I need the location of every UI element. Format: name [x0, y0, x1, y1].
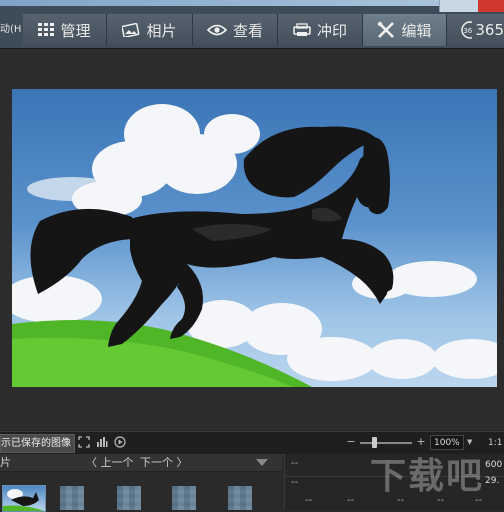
next-label: 下一个 [140, 456, 173, 469]
photo-icon [122, 23, 140, 37]
horse-photo [12, 104, 497, 387]
zoom-in-button[interactable]: + [416, 436, 426, 447]
svg-text:365: 365 [463, 27, 472, 35]
zoom-slider[interactable] [360, 442, 412, 444]
filmstrip-label: 片 [0, 456, 11, 469]
top-toolbar: 动(H) 管理 相片 查看 冲印 [0, 0, 504, 49]
thumbnail-selected[interactable] [2, 485, 46, 512]
badge-365-icon: 365 [461, 21, 473, 39]
photo-image [12, 89, 497, 387]
window-controls [439, 0, 504, 12]
menu-item-partial[interactable]: 动(H) [0, 14, 22, 46]
filmstrip [0, 472, 282, 512]
chevron-left-icon: 〈 [86, 456, 101, 469]
previous-button[interactable]: 〈 上一个 [86, 454, 134, 471]
edit-tools-icon [378, 21, 395, 38]
thumbnail-image [3, 489, 45, 511]
tab-label: 查看 [232, 21, 263, 40]
info-value: -- [291, 458, 299, 469]
zoom-level-field[interactable]: 100% [430, 435, 464, 450]
tab-label: 相片 [146, 21, 177, 40]
previous-label: 上一个 [100, 456, 134, 469]
show-saved-image-button[interactable]: 示已保存的图像 [0, 434, 75, 453]
play-slideshow-icon[interactable] [114, 436, 126, 448]
filmstrip-collapse-icon[interactable] [256, 459, 268, 466]
window-close-button[interactable] [478, 0, 504, 12]
fullscreen-icon[interactable] [78, 436, 90, 448]
info-value: -- [347, 495, 355, 506]
histogram-icon[interactable] [96, 436, 108, 448]
chevron-down-icon[interactable]: ▼ [467, 435, 477, 450]
tab-view[interactable]: 查看 [193, 14, 278, 46]
eye-icon [206, 24, 227, 36]
tab-print[interactable]: 冲印 [278, 14, 363, 46]
tab-label: 管理 [60, 21, 91, 40]
thumbnail[interactable] [117, 486, 141, 510]
grid-icon [38, 23, 55, 36]
thumbnail[interactable] [228, 486, 252, 510]
info-value: -- [291, 477, 299, 488]
tab-manage[interactable]: 管理 [23, 14, 107, 46]
chevron-right-icon: 〉 [173, 456, 188, 469]
print-icon [293, 23, 311, 36]
tab-label: 365 [475, 21, 504, 39]
next-button[interactable]: 下一个 〉 [140, 454, 188, 471]
tab-photos[interactable]: 相片 [107, 14, 193, 46]
zoom-slider-thumb[interactable] [372, 437, 377, 448]
tab-label: 冲印 [316, 21, 347, 40]
zoom-out-button[interactable]: − [346, 436, 356, 447]
thumbnail[interactable] [172, 486, 196, 510]
tab-365[interactable]: 365 365 [447, 14, 504, 46]
tab-label: 编辑 [401, 21, 432, 40]
tab-edit[interactable]: 编辑 [363, 14, 447, 46]
desktop-background [0, 0, 440, 6]
watermark-logo: 下载吧 [370, 456, 485, 497]
photo-canvas[interactable] [0, 49, 504, 430]
actual-size-button[interactable]: 1:1 [488, 436, 502, 450]
filmstrip-header: 片 〈 上一个 下一个 〉 [0, 454, 282, 472]
info-value: -- [305, 495, 313, 506]
thumbnail[interactable] [60, 486, 84, 510]
